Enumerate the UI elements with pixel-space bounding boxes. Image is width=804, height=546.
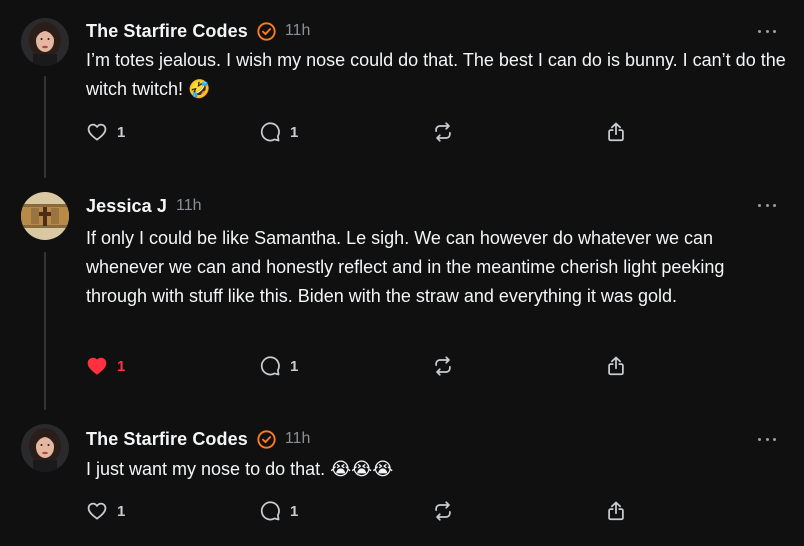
verified-badge-icon bbox=[257, 429, 276, 449]
like-count: 1 bbox=[117, 502, 126, 520]
post-header: The Starfire Codes 11h bbox=[86, 19, 310, 43]
like-button[interactable]: 1 bbox=[86, 120, 125, 144]
reply-count: 1 bbox=[290, 502, 299, 520]
woman-portrait-avatar bbox=[21, 424, 69, 472]
share-button[interactable] bbox=[605, 120, 627, 144]
post-text: If only I could be like Samantha. Le sig… bbox=[86, 228, 725, 306]
post-header: The Starfire Codes 11h bbox=[86, 427, 310, 451]
more-options-icon[interactable] bbox=[758, 28, 776, 34]
like-count: 1 bbox=[117, 123, 126, 141]
thread-line bbox=[44, 76, 46, 178]
more-options-icon[interactable] bbox=[758, 202, 776, 208]
repost-button[interactable] bbox=[432, 120, 454, 144]
reply-count: 1 bbox=[290, 357, 299, 375]
username[interactable]: The Starfire Codes bbox=[86, 429, 248, 450]
share-icon bbox=[608, 501, 624, 521]
heart-icon bbox=[87, 502, 107, 520]
like-button[interactable]: 1 bbox=[86, 499, 125, 523]
wooden-cross-avatar bbox=[21, 192, 69, 240]
repost-button[interactable] bbox=[432, 354, 454, 378]
comment-icon bbox=[260, 122, 280, 142]
avatar[interactable] bbox=[21, 424, 69, 472]
comment-icon bbox=[260, 501, 280, 521]
post-header: Jessica J 11h bbox=[86, 194, 202, 218]
action-bar: 1 1 bbox=[86, 499, 646, 523]
timestamp[interactable]: 11h bbox=[176, 197, 202, 215]
action-bar: 1 1 bbox=[86, 354, 646, 378]
comment-icon bbox=[260, 356, 280, 376]
timestamp[interactable]: 11h bbox=[285, 22, 311, 40]
post-text: I’m totes jealous. I wish my nose could … bbox=[86, 50, 786, 99]
action-bar: 1 1 bbox=[86, 120, 646, 144]
thread-line bbox=[44, 252, 46, 410]
share-icon bbox=[608, 356, 624, 376]
avatar[interactable] bbox=[21, 18, 69, 66]
post-text: I just want my nose to do that. 😭😭😭 bbox=[86, 459, 394, 479]
repost-button[interactable] bbox=[432, 499, 454, 523]
username[interactable]: Jessica J bbox=[86, 196, 167, 217]
woman-portrait-avatar bbox=[21, 18, 69, 66]
reply-button[interactable]: 1 bbox=[259, 354, 298, 378]
repost-icon bbox=[435, 122, 451, 142]
share-button[interactable] bbox=[605, 354, 627, 378]
more-options-icon[interactable] bbox=[758, 436, 776, 442]
repost-icon bbox=[435, 356, 451, 376]
share-icon bbox=[608, 122, 624, 142]
reply-count: 1 bbox=[290, 123, 299, 141]
reply-button[interactable]: 1 bbox=[259, 120, 298, 144]
heart-icon bbox=[87, 357, 107, 375]
reply-button[interactable]: 1 bbox=[259, 499, 298, 523]
like-button[interactable]: 1 bbox=[86, 354, 125, 378]
repost-icon bbox=[435, 501, 451, 521]
like-count: 1 bbox=[117, 357, 126, 375]
heart-icon bbox=[87, 123, 107, 141]
username[interactable]: The Starfire Codes bbox=[86, 21, 248, 42]
timestamp[interactable]: 11h bbox=[285, 430, 311, 448]
avatar[interactable] bbox=[21, 192, 69, 240]
share-button[interactable] bbox=[605, 499, 627, 523]
verified-badge-icon bbox=[257, 21, 276, 41]
